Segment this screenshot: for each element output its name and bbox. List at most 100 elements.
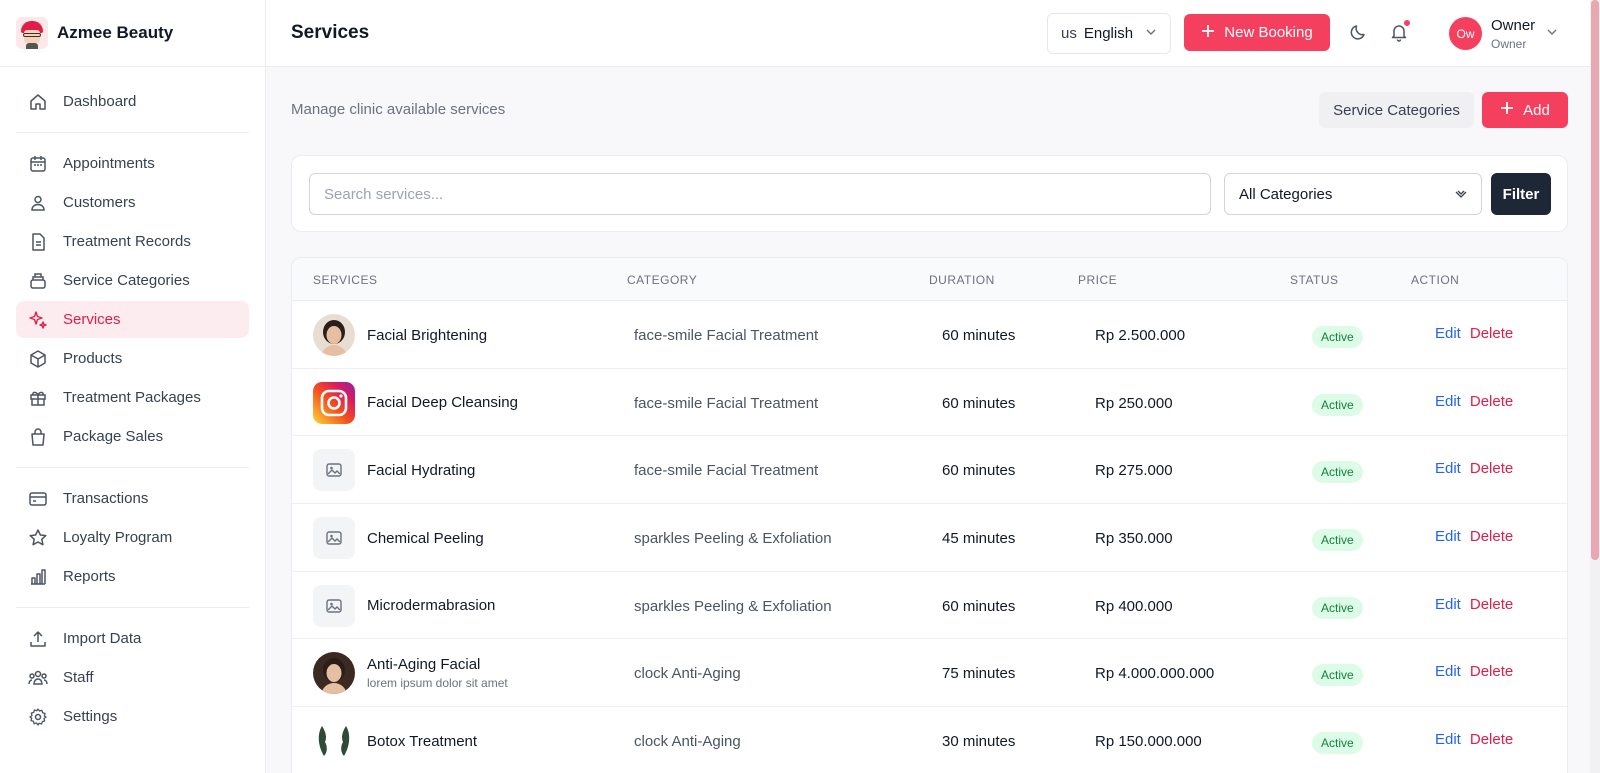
- status-badge: Active: [1312, 393, 1363, 416]
- service-cell: Botox Treatment: [313, 720, 477, 763]
- sidebar-item-label: Treatment Records: [63, 233, 191, 250]
- upload-icon: [28, 629, 48, 649]
- sidebar-item-package-sales[interactable]: Package Sales: [16, 418, 249, 455]
- column-header[interactable]: STATUS: [1290, 273, 1339, 287]
- service-name: Facial Deep Cleansing: [367, 394, 518, 412]
- sidebar-item-label: Package Sales: [63, 428, 164, 445]
- table-row[interactable]: Chemical Peeling sparkles Peeling & Exfol…: [292, 504, 1567, 572]
- service-duration: 45 minutes: [942, 530, 1016, 548]
- star-icon: [28, 528, 48, 548]
- edit-link[interactable]: Edit: [1435, 393, 1461, 410]
- service-thumbnail: [313, 720, 355, 763]
- table-row[interactable]: Botox Treatment clock Anti-Aging 30 minute…: [292, 707, 1567, 773]
- service-category: face-smile Facial Treatment: [634, 327, 819, 344]
- scrollbar-thumb[interactable]: [1591, 0, 1599, 560]
- delete-link[interactable]: Delete: [1470, 393, 1513, 410]
- user-role: Owner: [1491, 37, 1527, 51]
- column-header[interactable]: PRICE: [1078, 273, 1117, 287]
- service-price: Rp 150.000.000: [1095, 733, 1202, 751]
- nav-group: Appointments Customers Treatment Records Se…: [16, 133, 249, 468]
- add-service-button[interactable]: Add: [1482, 92, 1568, 128]
- column-header[interactable]: CATEGORY: [627, 273, 697, 287]
- delete-link[interactable]: Delete: [1470, 460, 1513, 477]
- table-row[interactable]: Microdermabrasion sparkles Peeling & Exfo…: [292, 572, 1567, 640]
- service-duration: 30 minutes: [942, 733, 1016, 751]
- service-cell: Facial Deep Cleansing: [313, 381, 518, 424]
- service-name-wrap: Facial Deep Cleansing: [367, 394, 518, 411]
- table-row[interactable]: Facial Deep Cleansing face-smile Facial T…: [292, 369, 1567, 437]
- service-name: Facial Hydrating: [367, 461, 476, 479]
- status-badge: Active: [1312, 664, 1363, 687]
- sidebar-item-dashboard[interactable]: Dashboard: [16, 83, 249, 120]
- table-row[interactable]: Facial Brightening face-smile Facial Trea…: [292, 301, 1567, 369]
- service-categories-button[interactable]: Service Categories: [1319, 92, 1474, 128]
- delete-link[interactable]: Delete: [1470, 325, 1513, 342]
- sidebar-item-reports[interactable]: Reports: [16, 558, 249, 595]
- delete-link[interactable]: Delete: [1470, 663, 1513, 680]
- status-cell: Active: [1312, 326, 1363, 348]
- chevron-down-icon[interactable]: [1546, 25, 1558, 43]
- service-description: lorem ipsum dolor sit amet: [367, 676, 508, 691]
- sidebar-item-products[interactable]: Products: [16, 340, 249, 377]
- new-booking-button[interactable]: New Booking: [1184, 14, 1330, 51]
- sidebar-item-staff[interactable]: Staff: [16, 659, 249, 696]
- services-table: SERVICES CATEGORY DURATION PRICE STATUS …: [291, 257, 1568, 773]
- sidebar-item-settings[interactable]: Settings: [16, 698, 249, 735]
- search-input[interactable]: [309, 173, 1211, 215]
- sidebar-item-transactions[interactable]: Transactions: [16, 480, 249, 517]
- brand[interactable]: Azmee Beauty: [0, 0, 265, 67]
- sidebar-item-services[interactable]: Services: [16, 301, 249, 338]
- edit-link[interactable]: Edit: [1435, 663, 1461, 680]
- users-icon: [28, 193, 48, 213]
- add-label: Add: [1523, 101, 1550, 119]
- sidebar-item-appointments[interactable]: Appointments: [16, 145, 249, 182]
- filter-button[interactable]: Filter: [1491, 173, 1551, 215]
- action-cell: Edit Delete: [1435, 460, 1513, 477]
- language-selector[interactable]: us English: [1047, 13, 1171, 54]
- user-name[interactable]: Owner: [1491, 17, 1535, 34]
- service-thumbnail: [313, 381, 355, 424]
- column-header[interactable]: DURATION: [929, 273, 995, 287]
- edit-link[interactable]: Edit: [1435, 528, 1461, 545]
- team-icon: [28, 668, 48, 688]
- moon-icon[interactable]: [1349, 22, 1369, 42]
- sidebar-item-label: Treatment Packages: [63, 389, 201, 406]
- edit-link[interactable]: Edit: [1435, 596, 1461, 613]
- service-name-wrap: Microdermabrasion: [367, 597, 495, 614]
- avatar[interactable]: Ow: [1449, 17, 1482, 50]
- edit-link[interactable]: Edit: [1435, 731, 1461, 748]
- service-price: Rp 4.000.000.000: [1095, 665, 1215, 683]
- chevron-down-icon: [1145, 25, 1157, 42]
- page-scrollbar[interactable]: [1590, 0, 1600, 773]
- sidebar-item-treatment-records[interactable]: Treatment Records: [16, 223, 249, 260]
- nav-group: Dashboard: [16, 67, 249, 133]
- sidebar-item-label: Services: [63, 311, 121, 328]
- delete-link[interactable]: Delete: [1470, 596, 1513, 613]
- bell-icon[interactable]: [1389, 19, 1411, 42]
- category-select[interactable]: All Categories: [1224, 173, 1482, 215]
- page-subtitle: Manage clinic available services: [291, 101, 506, 118]
- service-category: face-smile Facial Treatment: [634, 394, 819, 412]
- delete-link[interactable]: Delete: [1470, 528, 1513, 545]
- sidebar-item-import-data[interactable]: Import Data: [16, 620, 249, 657]
- table-row[interactable]: Facial Hydrating face-smile Facial Treatm…: [292, 436, 1567, 505]
- edit-link[interactable]: Edit: [1435, 460, 1461, 477]
- service-category: clock Anti-Aging: [634, 733, 741, 751]
- column-header[interactable]: SERVICES: [313, 273, 377, 287]
- gear-icon: [28, 707, 48, 727]
- plus-icon: [1201, 24, 1215, 42]
- sidebar-item-loyalty-program[interactable]: Loyalty Program: [16, 519, 249, 556]
- table-row[interactable]: Anti-Aging Facial lorem ipsum dolor sit a…: [292, 639, 1567, 708]
- service-category: clock Anti-Aging: [634, 665, 741, 683]
- sidebar-item-customers[interactable]: Customers: [16, 184, 249, 221]
- service-price: Rp 400.000: [1095, 597, 1173, 615]
- delete-link[interactable]: Delete: [1470, 731, 1513, 748]
- edit-link[interactable]: Edit: [1435, 325, 1461, 342]
- table-header: SERVICES CATEGORY DURATION PRICE STATUS …: [292, 258, 1567, 301]
- service-thumbnail: [313, 314, 355, 356]
- sidebar-item-treatment-packages[interactable]: Treatment Packages: [16, 379, 249, 416]
- column-header[interactable]: ACTION: [1411, 273, 1459, 287]
- service-thumbnail: [313, 652, 355, 695]
- sidebar-item-service-categories[interactable]: Service Categories: [16, 262, 249, 299]
- box-icon: [28, 349, 48, 369]
